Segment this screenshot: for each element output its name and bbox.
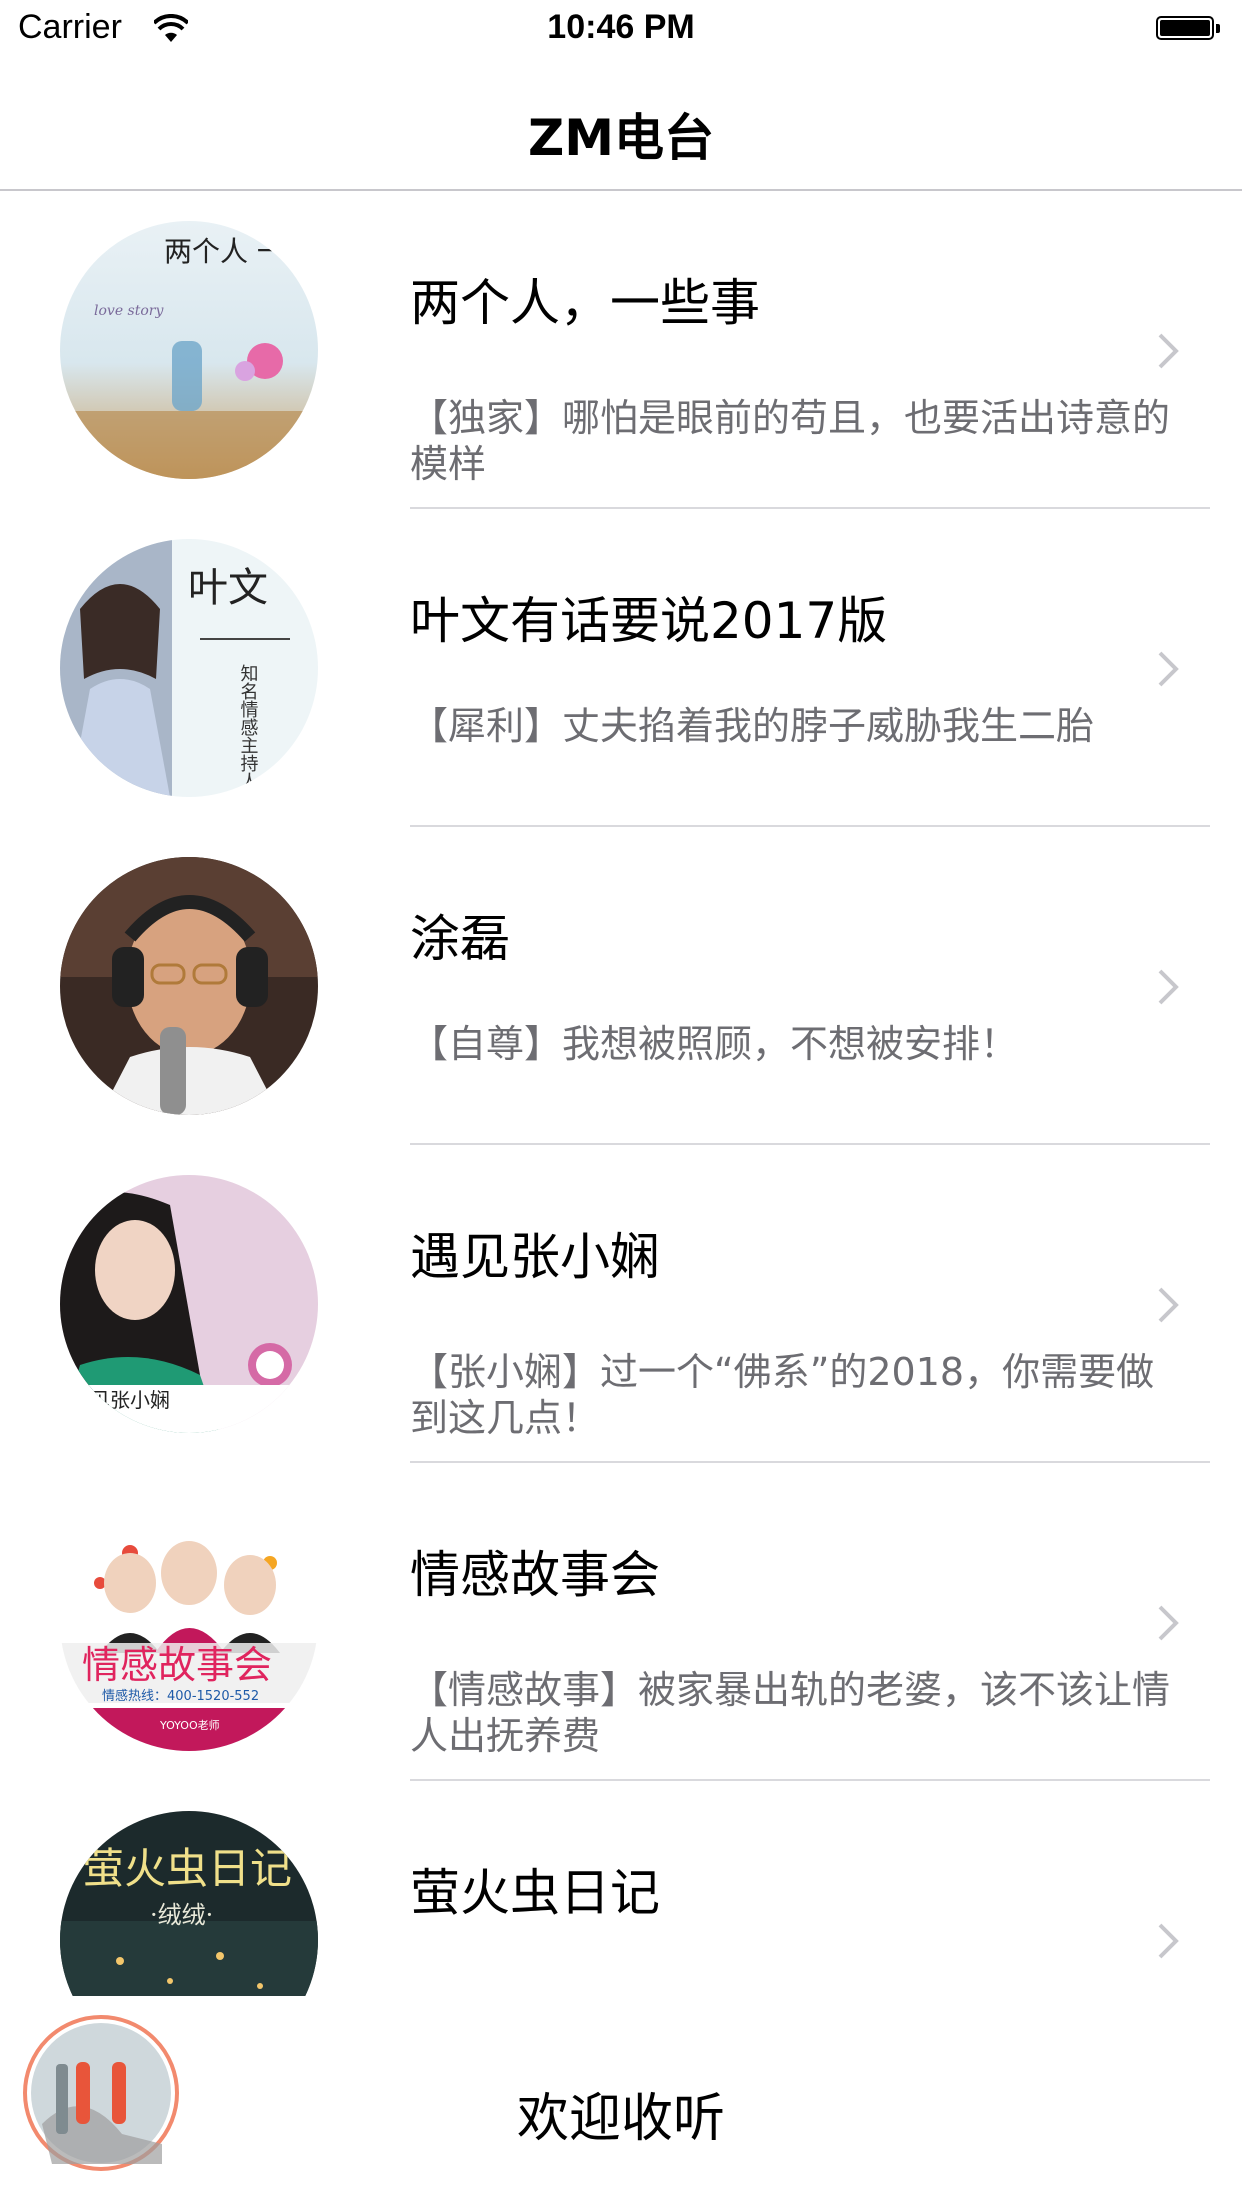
list-item[interactable]: 两个人 一些事 love story 两个人，一些事 【独家】哪怕是眼前的苟且，… — [0, 191, 1242, 509]
clock: 10:46 PM — [547, 8, 695, 46]
row-title: 涂磊 — [410, 910, 510, 968]
svg-text:YOYOO老师: YOYOO老师 — [159, 1719, 220, 1732]
list-item[interactable]: 见张小娴 遇见张小娴 【张小娴】过一个“佛系”的2018，你需要做到这几点！ — [0, 1145, 1242, 1463]
row-subtitle: 【独家】哪怕是眼前的苟且，也要活出诗意的模样 — [410, 396, 1171, 486]
svg-text:情感热线：400-1520-552: 情感热线：400-1520-552 — [102, 1688, 259, 1704]
row-title: 遇见张小娴 — [410, 1228, 660, 1286]
page-title: ZM电台 — [527, 109, 714, 167]
svg-text:知名情感主持人: 知名情感主持人 — [238, 664, 259, 790]
chevron-right-icon — [1158, 1605, 1179, 1641]
row-title: 情感故事会 — [410, 1546, 660, 1604]
row-title: 叶文有话要说2017版 — [410, 592, 888, 650]
player-label: 欢迎收听 — [516, 2089, 725, 2149]
chevron-right-icon — [1158, 1923, 1179, 1959]
chevron-right-icon — [1158, 969, 1179, 1005]
cover-art-text: 叶文 — [188, 565, 268, 611]
list-item[interactable]: 情感故事会 情感热线：400-1520-552 YOYOO老师 情感故事会 【情… — [0, 1463, 1242, 1781]
album-cover: 两个人 一些事 love story — [60, 221, 318, 479]
cover-art-text: 两个人 一些事 — [164, 235, 318, 268]
navigation-bar: ZM电台 — [0, 60, 1242, 191]
cover-art-text: 情感故事会 — [82, 1643, 272, 1687]
album-cover — [60, 857, 318, 1115]
row-subtitle: 【张小娴】过一个“佛系”的2018，你需要做到这几点！ — [410, 1350, 1155, 1440]
list-item[interactable]: 萤火虫日记 ·绒绒· 萤火虫日记 — [0, 1781, 1242, 1996]
row-subtitle: 【自尊】我想被照顾，不想被安排！ — [410, 1022, 1019, 1066]
list-item[interactable]: 叶文 知名情感主持人 叶文有话要说2017版 【犀利】丈夫掐着我的脖子威胁我生二… — [0, 509, 1242, 827]
row-subtitle: 【情感故事】被家暴出轨的老婆，该不该让情人出抚养费 — [410, 1668, 1171, 1758]
mini-player: 欢迎收听 — [0, 1996, 1242, 2208]
chevron-right-icon — [1158, 1287, 1179, 1323]
status-bar: Carrier 10:46 PM — [0, 0, 1242, 60]
album-cover: 情感故事会 情感热线：400-1520-552 YOYOO老师 — [60, 1493, 318, 1751]
album-cover: 叶文 知名情感主持人 — [60, 539, 318, 797]
battery-icon — [1156, 16, 1222, 42]
chevron-right-icon — [1158, 651, 1179, 687]
station-list[interactable]: 两个人 一些事 love story 两个人，一些事 【独家】哪怕是眼前的苟且，… — [0, 191, 1242, 1996]
svg-text:love story: love story — [94, 303, 164, 319]
row-title: 萤火虫日记 — [410, 1864, 660, 1922]
row-subtitle: 【犀利】丈夫掐着我的脖子威胁我生二胎 — [410, 704, 1095, 748]
album-cover: 萤火虫日记 ·绒绒· — [60, 1811, 318, 1996]
list-item[interactable]: 涂磊 【自尊】我想被照顾，不想被安排！ — [0, 827, 1242, 1145]
cover-art-text: 见张小娴 — [90, 1388, 170, 1412]
svg-text:·绒绒·: ·绒绒· — [150, 1901, 213, 1929]
chevron-right-icon — [1158, 333, 1179, 369]
cover-art-text: 萤火虫日记 — [82, 1844, 292, 1893]
row-title: 两个人，一些事 — [410, 274, 760, 332]
album-cover: 见张小娴 — [60, 1175, 318, 1433]
